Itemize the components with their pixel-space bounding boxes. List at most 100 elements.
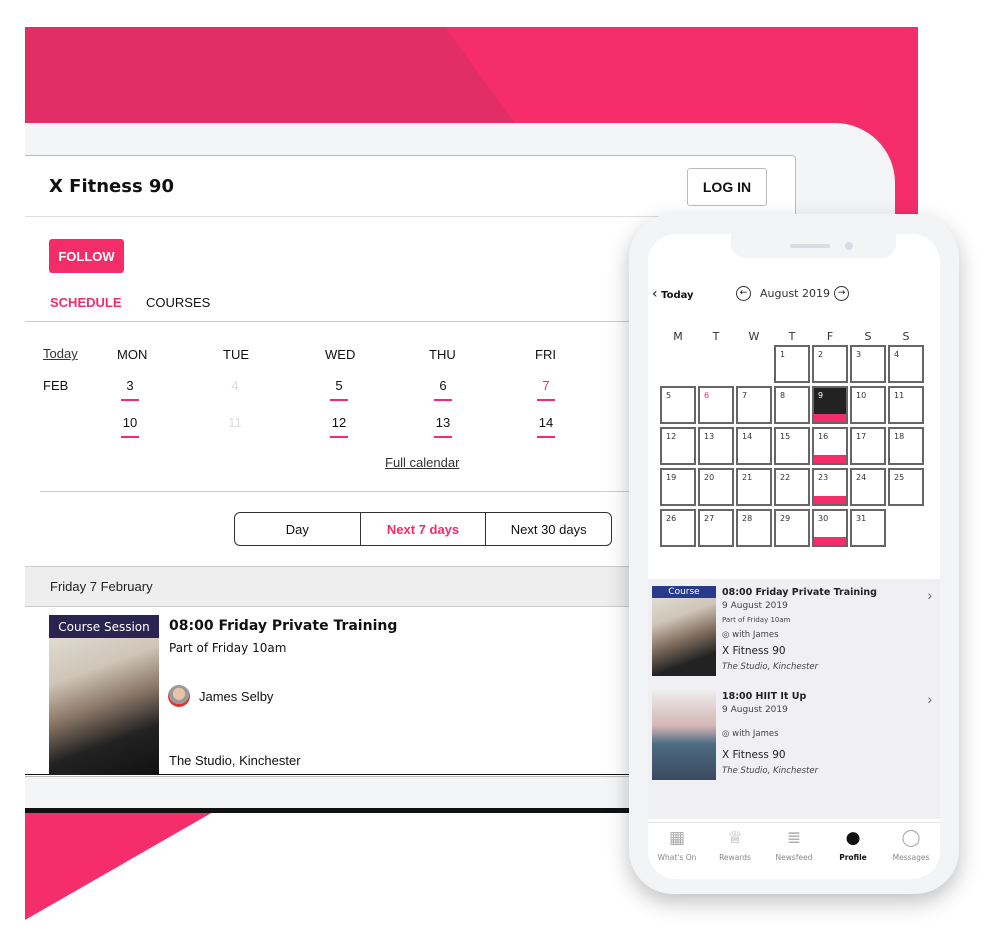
day-header-label: Friday 7 February bbox=[50, 579, 153, 594]
calendar-day-cell[interactable]: 16 bbox=[812, 427, 848, 465]
tab-newsfeed[interactable]: ≣ Newsfeed bbox=[765, 827, 823, 862]
calendar-day: 11 bbox=[220, 415, 250, 430]
tab-messages[interactable]: ◯ Messages bbox=[882, 827, 940, 862]
calendar-day-cell[interactable]: 25 bbox=[888, 468, 924, 506]
calendar-day[interactable]: 7 bbox=[531, 378, 561, 401]
day-number: 9 bbox=[818, 391, 824, 400]
calendar-day-cell[interactable]: 22 bbox=[774, 468, 810, 506]
event-indicator bbox=[814, 455, 846, 463]
event-indicator bbox=[330, 399, 348, 401]
chevron-left-icon: ‹ bbox=[652, 286, 658, 302]
calendar-day-cell[interactable]: 18 bbox=[888, 427, 924, 465]
calendar-day-cell[interactable]: 14 bbox=[736, 427, 772, 465]
circle-arrow-right-icon[interactable]: → bbox=[834, 286, 849, 301]
range-day-button[interactable]: Day bbox=[235, 513, 360, 545]
weekday-label: T bbox=[788, 330, 796, 343]
tab-label: Messages bbox=[892, 853, 930, 862]
trophy-icon: ♕ bbox=[727, 828, 743, 848]
event-location: The Studio, Kinchester bbox=[722, 662, 819, 672]
calendar-day-cell[interactable]: 12 bbox=[660, 427, 696, 465]
calendar-day-cell[interactable]: 13 bbox=[698, 427, 734, 465]
calendar-day-cell[interactable]: 15 bbox=[774, 427, 810, 465]
calendar-day-cell[interactable]: 29 bbox=[774, 509, 810, 547]
month-label: FEB bbox=[43, 378, 69, 393]
calendar-day-cell[interactable]: 17 bbox=[850, 427, 886, 465]
event-list: Course 08:00 Friday Private Training 9 A… bbox=[648, 579, 940, 819]
calendar-day-cell[interactable]: 2 bbox=[812, 345, 848, 383]
calendar-day-cell[interactable]: 24 bbox=[850, 468, 886, 506]
event-title[interactable]: 08:00 Friday Private Training bbox=[169, 618, 397, 634]
event-indicator bbox=[814, 496, 846, 504]
tab-whats-on[interactable]: ▦ What's On bbox=[648, 827, 706, 862]
full-calendar-link[interactable]: Full calendar bbox=[385, 455, 459, 470]
weekday-label: M bbox=[673, 330, 683, 343]
circle-arrow-left-icon[interactable]: ← bbox=[736, 286, 751, 301]
tab-rewards[interactable]: ♕ Rewards bbox=[706, 827, 764, 862]
calendar-day-cell[interactable]: 3 bbox=[850, 345, 886, 383]
event-image bbox=[49, 615, 159, 775]
event-indicator bbox=[330, 436, 348, 438]
calendar-day[interactable]: 6 bbox=[428, 378, 458, 401]
day-number: 29 bbox=[780, 514, 791, 523]
today-label: Today bbox=[661, 290, 694, 301]
range-next-7-days-button[interactable]: Next 7 days bbox=[359, 513, 486, 545]
month-navigation: ‹ Today ← August 2019 → bbox=[648, 284, 940, 308]
range-selector: Day Next 7 days Next 30 days bbox=[234, 512, 612, 546]
day-number: 20 bbox=[704, 473, 715, 482]
calendar-day[interactable]: 13 bbox=[428, 415, 458, 438]
calendar-day-cell[interactable]: 4 bbox=[888, 345, 924, 383]
event-date: 9 August 2019 bbox=[722, 705, 788, 715]
calendar-day[interactable]: 12 bbox=[324, 415, 354, 438]
calendar-day[interactable]: 10 bbox=[115, 415, 145, 438]
calendar-day-cell[interactable]: 19 bbox=[660, 468, 696, 506]
follow-button[interactable]: FOLLOW bbox=[49, 239, 124, 273]
calendar-day-cell[interactable]: 8 bbox=[774, 386, 810, 424]
calendar-day-cell[interactable]: 10 bbox=[850, 386, 886, 424]
event-part-of: Part of Friday 10am bbox=[722, 616, 791, 624]
weekday-fri: FRI bbox=[535, 347, 556, 362]
calendar-day-cell[interactable]: 21 bbox=[736, 468, 772, 506]
day-number: 6 bbox=[704, 391, 710, 400]
range-next-30-days-button[interactable]: Next 30 days bbox=[485, 513, 611, 545]
calendar-day[interactable]: 5 bbox=[324, 378, 354, 401]
calendar-day-cell[interactable]: 31 bbox=[850, 509, 886, 547]
calendar-day-cell[interactable]: 1 bbox=[774, 345, 810, 383]
day-number: 6 bbox=[439, 378, 447, 393]
calendar-day[interactable]: 3 bbox=[115, 378, 145, 401]
day-number: 4 bbox=[894, 350, 900, 359]
weekday-label: F bbox=[826, 330, 834, 343]
event-trainer: ◎ with James bbox=[722, 630, 779, 640]
calendar-day-cell[interactable]: 23 bbox=[812, 468, 848, 506]
tab-label: What's On bbox=[657, 853, 697, 862]
calendar-day-cell[interactable]: 7 bbox=[736, 386, 772, 424]
calendar-day-cell[interactable]: 9 bbox=[812, 386, 848, 424]
tablet-bottom-edge bbox=[25, 808, 635, 813]
event-indicator bbox=[434, 436, 452, 438]
phone-frame: ‹ Today ← August 2019 → MTWTFSS 12345678… bbox=[629, 214, 959, 894]
calendar-day-cell[interactable]: 20 bbox=[698, 468, 734, 506]
event-indicator bbox=[121, 436, 139, 438]
day-number: 31 bbox=[856, 514, 867, 523]
day-number: 8 bbox=[780, 391, 786, 400]
calendar-day-cell[interactable]: 28 bbox=[736, 509, 772, 547]
tab-label: Newsfeed bbox=[775, 853, 813, 862]
calendar-day-cell[interactable]: 6 bbox=[698, 386, 734, 424]
background-pink-triangle bbox=[25, 808, 220, 920]
calendar-day-cell[interactable]: 11 bbox=[888, 386, 924, 424]
calendar-day-cell[interactable]: 26 bbox=[660, 509, 696, 547]
tab-courses[interactable]: COURSES bbox=[146, 295, 210, 310]
list-item[interactable]: 18:00 HIIT It Up 9 August 2019 ◎ with Ja… bbox=[648, 683, 940, 787]
day-number: 18 bbox=[894, 432, 905, 441]
calendar-day[interactable]: 14 bbox=[531, 415, 561, 438]
today-back-button[interactable]: ‹ Today bbox=[652, 286, 694, 302]
day-number: 5 bbox=[335, 378, 343, 393]
tab-profile[interactable]: ● Profile bbox=[824, 827, 882, 862]
calendar-day-cell[interactable]: 30 bbox=[812, 509, 848, 547]
tab-schedule[interactable]: SCHEDULE bbox=[50, 295, 122, 310]
calendar-day-cell[interactable]: 5 bbox=[660, 386, 696, 424]
list-item[interactable]: Course 08:00 Friday Private Training 9 A… bbox=[648, 579, 940, 683]
login-button[interactable]: LOG IN bbox=[687, 168, 767, 206]
calendar-day-cell[interactable]: 27 bbox=[698, 509, 734, 547]
trainer-name: James Selby bbox=[199, 689, 274, 704]
today-link[interactable]: Today bbox=[43, 346, 78, 361]
